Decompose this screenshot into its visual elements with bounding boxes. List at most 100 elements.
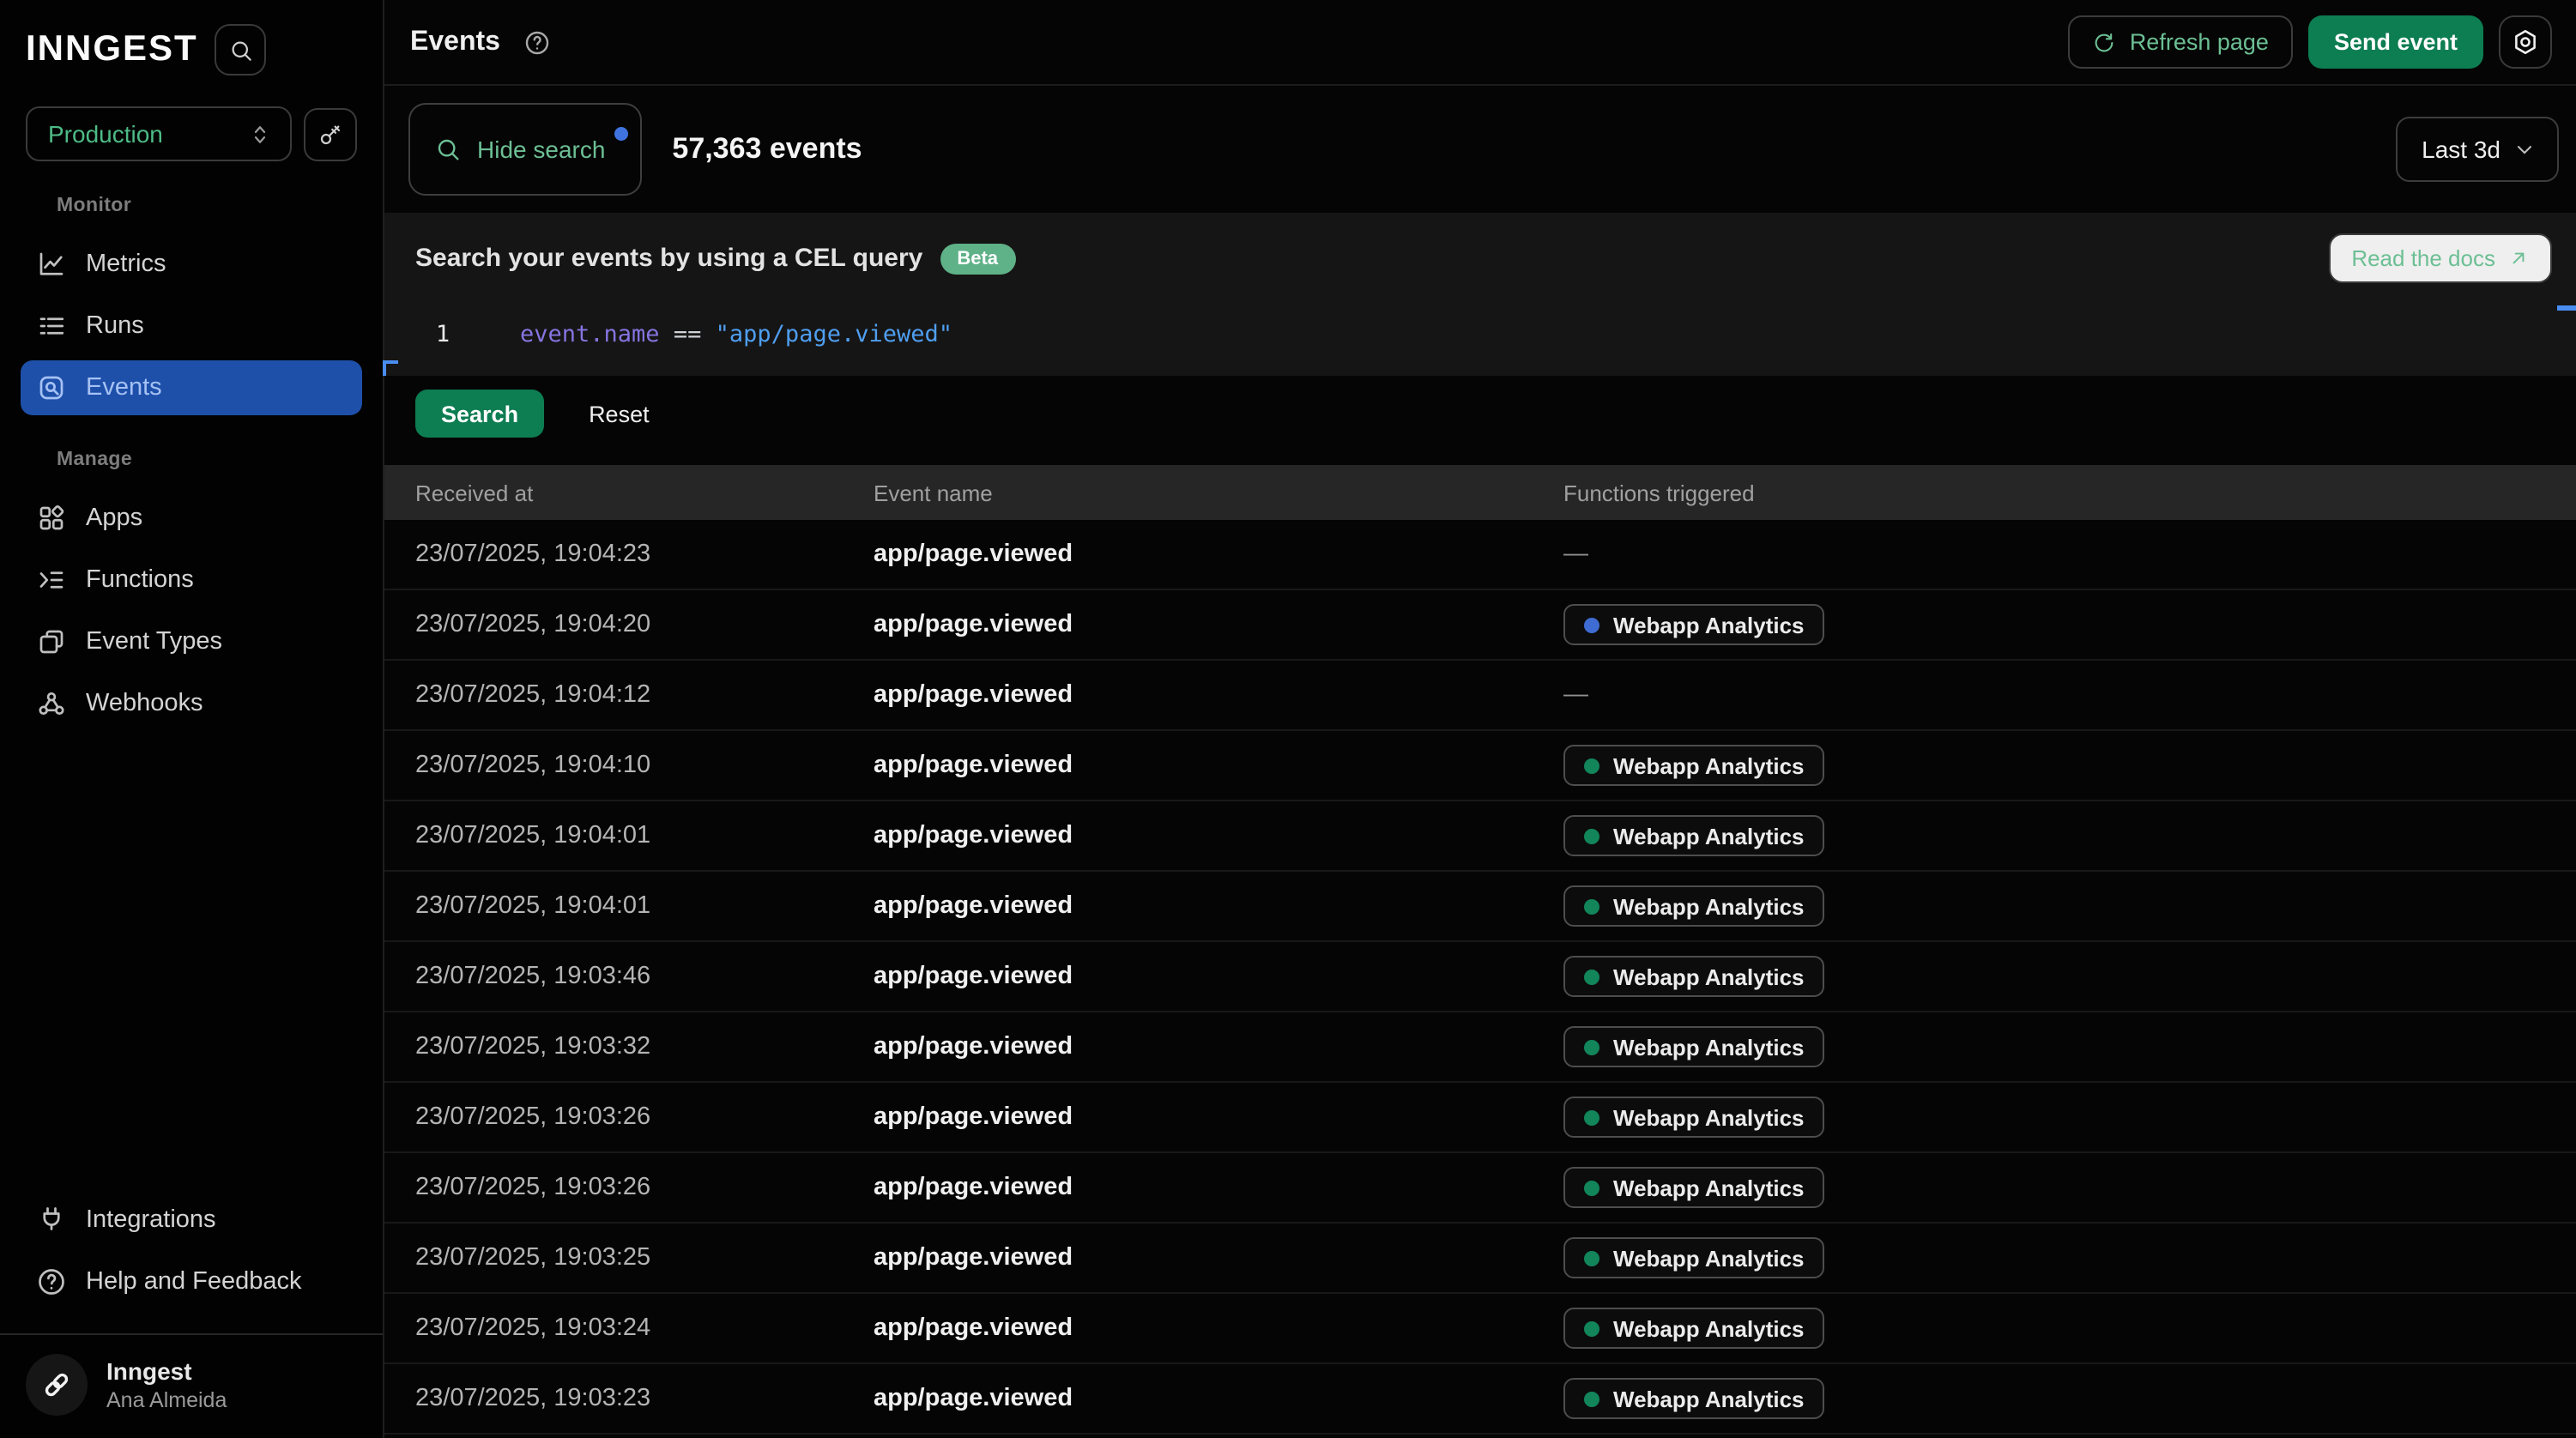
time-range-value: Last 3d — [2422, 136, 2500, 163]
app-window: INNGEST Production MonitorMetricsRunsEve… — [0, 0, 2576, 1438]
sidebar-item-label: Functions — [86, 566, 194, 594]
cell-event-name: app/page.viewed — [874, 963, 1563, 990]
table-row[interactable]: 23/07/2025, 19:03:32app/page.viewedWebap… — [384, 1012, 2576, 1083]
user-menu[interactable]: Inngest Ana Almeida — [0, 1335, 383, 1438]
sidebar-item-event-types[interactable]: Event Types — [21, 614, 362, 669]
sidebar-item-label: Webhooks — [86, 690, 203, 717]
cel-query-editor[interactable]: 1 event.name == "app/page.viewed" — [415, 321, 2552, 348]
notification-dot — [614, 127, 627, 141]
function-badge-label: Webapp Analytics — [1613, 1175, 1805, 1200]
function-badge[interactable]: Webapp Analytics — [1563, 956, 1825, 997]
function-badge[interactable]: Webapp Analytics — [1563, 1308, 1825, 1349]
function-badge[interactable]: Webapp Analytics — [1563, 885, 1825, 927]
table-row[interactable]: 23/07/2025, 19:04:23app/page.viewed— — [384, 520, 2576, 590]
function-badge[interactable]: Webapp Analytics — [1563, 1167, 1825, 1208]
sidebar-item-label: Metrics — [86, 251, 166, 278]
chevron-down-icon — [2513, 137, 2537, 161]
settings-button[interactable] — [2499, 15, 2552, 69]
webhook-icon — [36, 688, 67, 719]
hide-search-label: Hide search — [477, 136, 605, 163]
sidebar-item-events[interactable]: Events — [21, 360, 362, 415]
function-badge[interactable]: Webapp Analytics — [1563, 815, 1825, 856]
event-keys-button[interactable] — [304, 107, 357, 160]
sidebar-item-webhooks[interactable]: Webhooks — [21, 676, 362, 731]
table-body: 23/07/2025, 19:04:23app/page.viewed—23/0… — [384, 520, 2576, 1438]
cell-event-name: app/page.viewed — [874, 822, 1563, 849]
table-row[interactable]: 23/07/2025, 19:03:26app/page.viewedWebap… — [384, 1153, 2576, 1224]
page-title: Events — [410, 27, 500, 57]
cell-received-at: 23/07/2025, 19:04:23 — [415, 541, 874, 568]
cel-search-panel: Search your events by using a CEL query … — [384, 213, 2576, 376]
function-badge[interactable]: Webapp Analytics — [1563, 1097, 1825, 1138]
sidebar-spacer — [0, 738, 383, 1186]
table-row[interactable]: 23/07/2025, 19:03:25app/page.viewedWebap… — [384, 1224, 2576, 1294]
environment-selector[interactable]: Production — [26, 106, 292, 161]
column-header-received-at: Received at — [415, 480, 874, 505]
table-row[interactable]: 23/07/2025, 19:03:26app/page.viewedWebap… — [384, 1083, 2576, 1153]
function-badge[interactable]: Webapp Analytics — [1563, 604, 1825, 645]
sidebar-item-label: Help and Feedback — [86, 1268, 302, 1296]
sidebar-nav: MonitorMetricsRunsEventsManageAppsFuncti… — [0, 168, 383, 738]
send-event-button[interactable]: Send event — [2308, 15, 2483, 69]
cell-received-at: 23/07/2025, 19:03:23 — [415, 1385, 874, 1412]
cell-functions-triggered: Webapp Analytics — [1563, 1167, 2576, 1208]
refresh-page-button[interactable]: Refresh page — [2068, 15, 2293, 69]
table-row[interactable]: 23/07/2025, 19:03:46app/page.viewedWebap… — [384, 942, 2576, 1012]
read-docs-button[interactable]: Read the docs — [2329, 233, 2552, 283]
function-status-dot — [1584, 1391, 1599, 1406]
table-row[interactable]: 23/07/2025, 19:03:24app/page.viewedWebap… — [384, 1294, 2576, 1364]
org-name: Inngest — [106, 1357, 227, 1385]
reset-button[interactable]: Reset — [589, 401, 650, 426]
cell-event-name: app/page.viewed — [874, 681, 1563, 709]
sidebar-item-metrics[interactable]: Metrics — [21, 237, 362, 292]
cell-functions-triggered: Webapp Analytics — [1563, 1097, 2576, 1138]
refresh-page-label: Refresh page — [2130, 29, 2269, 55]
beta-badge: Beta — [940, 243, 1015, 274]
search-actions: Search Reset — [384, 376, 2576, 438]
table-row[interactable]: 23/07/2025, 19:04:01app/page.viewedWebap… — [384, 872, 2576, 942]
cell-received-at: 23/07/2025, 19:03:25 — [415, 1244, 874, 1272]
sidebar-item-help-and-feedback[interactable]: Help and Feedback — [21, 1254, 362, 1309]
topbar: Events Refresh page Send event — [384, 0, 2576, 86]
cell-received-at: 23/07/2025, 19:04:01 — [415, 892, 874, 920]
function-status-dot — [1584, 1320, 1599, 1336]
sidebar-item-runs[interactable]: Runs — [21, 299, 362, 353]
sidebar-footer-nav: Integrations Help and Feedback — [0, 1186, 383, 1316]
function-status-dot — [1584, 1039, 1599, 1054]
nav-section-label: Monitor — [0, 168, 383, 230]
hide-search-button[interactable]: Hide search — [408, 103, 641, 196]
help-icon — [36, 1266, 67, 1297]
table-row[interactable]: 23/07/2025, 19:04:01app/page.viewedWebap… — [384, 801, 2576, 872]
function-badge[interactable]: Webapp Analytics — [1563, 1026, 1825, 1067]
function-badge[interactable]: Webapp Analytics — [1563, 1237, 1825, 1278]
table-row[interactable]: 23/07/2025, 19:03:23app/page.viewedWebap… — [384, 1364, 2576, 1435]
function-badge[interactable]: Webapp Analytics — [1563, 1378, 1825, 1419]
cell-received-at: 23/07/2025, 19:04:10 — [415, 752, 874, 779]
table-row[interactable]: 23/07/2025, 19:04:12app/page.viewed— — [384, 661, 2576, 731]
gear-icon — [2511, 27, 2540, 57]
main-content: Events Refresh page Send event — [384, 0, 2576, 1438]
cell-functions-triggered: Webapp Analytics — [1563, 815, 2576, 856]
runs-icon — [36, 311, 67, 341]
table-row[interactable]: 23/07/2025, 19:04:20app/page.viewedWebap… — [384, 590, 2576, 661]
search-icon — [434, 136, 462, 163]
function-badge[interactable]: Webapp Analytics — [1563, 745, 1825, 786]
cell-functions-triggered: Webapp Analytics — [1563, 1237, 2576, 1278]
cell-event-name: app/page.viewed — [874, 1033, 1563, 1060]
table-row[interactable]: 23/07/2025, 19:04:10app/page.viewedWebap… — [384, 731, 2576, 801]
time-range-selector[interactable]: Last 3d — [2396, 117, 2559, 182]
cel-query-code: event.name == "app/page.viewed" — [520, 321, 952, 348]
page-help-button[interactable] — [524, 28, 552, 56]
sidebar-item-functions[interactable]: Functions — [21, 553, 362, 607]
global-search-button[interactable] — [215, 24, 267, 76]
cell-event-name: app/page.viewed — [874, 752, 1563, 779]
function-badge-label: Webapp Analytics — [1613, 1245, 1805, 1271]
search-submit-button[interactable]: Search — [415, 390, 544, 438]
search-icon — [228, 37, 254, 63]
sidebar-item-label: Apps — [86, 505, 142, 532]
sidebar-item-apps[interactable]: Apps — [21, 491, 362, 546]
function-status-dot — [1584, 969, 1599, 984]
sidebar-item-integrations[interactable]: Integrations — [21, 1193, 362, 1248]
apps-icon — [36, 503, 67, 534]
function-status-dot — [1584, 1250, 1599, 1266]
